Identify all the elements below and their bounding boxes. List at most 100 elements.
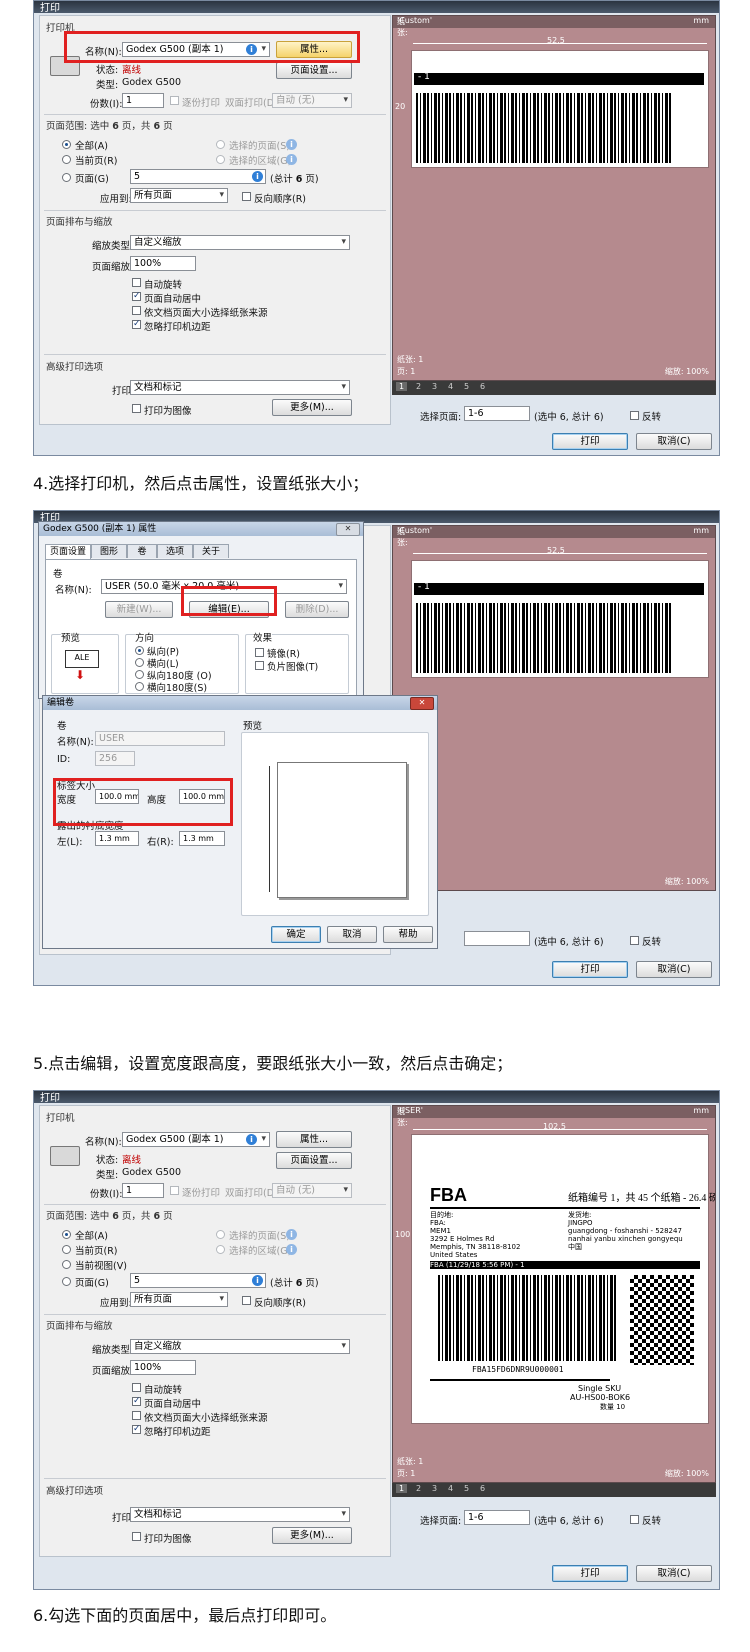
print-button[interactable]: 打印 xyxy=(552,433,628,450)
info-icon[interactable]: i xyxy=(286,139,297,150)
radio-portrait-180[interactable] xyxy=(135,670,144,679)
more-button[interactable]: 更多(M)... xyxy=(272,1527,352,1544)
pages-input[interactable]: 5 xyxy=(130,169,266,184)
radio-portrait[interactable] xyxy=(135,646,144,655)
info-icon[interactable]: i xyxy=(252,171,263,182)
printer-icon xyxy=(50,1146,80,1166)
backing-left-input[interactable]: 1.3 mm xyxy=(95,831,139,846)
page-btn-2[interactable]: 2 xyxy=(416,1484,421,1493)
tab-roll[interactable]: 卷 xyxy=(127,544,157,558)
new-roll-button[interactable]: 新建(W)... xyxy=(105,601,173,618)
page-btn-6[interactable]: 6 xyxy=(480,382,485,391)
auto-rotate-checkbox[interactable] xyxy=(132,1383,141,1392)
page-btn-5[interactable]: 5 xyxy=(464,1484,469,1493)
page-navigator[interactable]: 12 3 4 5 6 xyxy=(392,1483,716,1497)
flip-checkbox[interactable] xyxy=(630,1515,639,1524)
print-what-select[interactable]: 文档和标记 xyxy=(130,380,350,395)
tab-page-setup[interactable]: 页面设置 xyxy=(45,544,91,559)
auto-rotate-checkbox[interactable] xyxy=(132,278,141,287)
duplex-select[interactable]: 自动 (无) xyxy=(272,1183,352,1198)
tab-about[interactable]: 关于 xyxy=(193,544,229,558)
page-btn-1[interactable]: 1 xyxy=(396,1484,408,1493)
page-btn-2[interactable]: 2 xyxy=(416,382,421,391)
radio-current-page[interactable] xyxy=(62,1245,71,1254)
page-scale-input[interactable]: 100% xyxy=(130,256,196,271)
flip-checkbox[interactable] xyxy=(630,411,639,420)
delete-roll-button[interactable]: 删除(D)... xyxy=(285,601,349,618)
info-icon[interactable]: i xyxy=(246,1134,257,1145)
auto-center-checkbox[interactable]: ✓ xyxy=(132,292,141,301)
reverse-checkbox[interactable] xyxy=(242,192,251,201)
auto-center-checkbox[interactable]: ✓ xyxy=(132,1397,141,1406)
edit-id-input[interactable]: 256 xyxy=(95,751,135,766)
choose-pages-input[interactable]: 1-6 xyxy=(464,1510,530,1525)
cancel-button[interactable]: 取消(C) xyxy=(636,1565,712,1582)
negative-checkbox[interactable] xyxy=(255,661,264,670)
radio-all[interactable] xyxy=(62,140,71,149)
page-navigator[interactable]: 12 3 4 5 6 xyxy=(392,381,716,395)
print-button[interactable]: 打印 xyxy=(552,1565,628,1582)
duplex-select[interactable]: 自动 (无) xyxy=(272,93,352,108)
tab-graphics[interactable]: 图形 xyxy=(91,544,127,558)
radio-current-page[interactable] xyxy=(62,155,71,164)
apply-select[interactable]: 所有页面 xyxy=(130,188,228,203)
copies-input[interactable]: 1 xyxy=(122,1183,164,1198)
choose-pages-input[interactable] xyxy=(464,931,530,946)
help-button[interactable]: 帮助 xyxy=(383,926,433,943)
choose-pages-input[interactable]: 1-6 xyxy=(464,406,530,421)
pdf-size-checkbox[interactable] xyxy=(132,1411,141,1420)
page-setup-button[interactable]: 页面设置... xyxy=(276,1152,352,1169)
close-icon[interactable]: ✕ xyxy=(336,523,360,536)
print-button[interactable]: 打印 xyxy=(552,961,628,978)
info-icon[interactable]: i xyxy=(286,154,297,165)
page-btn-5[interactable]: 5 xyxy=(464,382,469,391)
print-as-image-checkbox[interactable] xyxy=(132,1532,141,1541)
tab-options[interactable]: 选项 xyxy=(157,544,193,558)
radio-all[interactable] xyxy=(62,1230,71,1239)
close-icon[interactable]: ✕ xyxy=(410,697,434,710)
page-btn-4[interactable]: 4 xyxy=(448,382,453,391)
properties-button[interactable]: 属性... xyxy=(276,1131,352,1148)
radio-current-view[interactable] xyxy=(62,1260,71,1269)
collate-checkbox[interactable] xyxy=(170,1186,179,1195)
radio-selected-pages[interactable] xyxy=(216,1230,225,1239)
scale-type-select[interactable]: 自定义缩放 xyxy=(130,1339,350,1354)
radio-pages[interactable] xyxy=(62,1277,71,1286)
cancel-button[interactable]: 取消(C) xyxy=(636,961,712,978)
info-icon[interactable]: i xyxy=(252,1275,263,1286)
page-btn-4[interactable]: 4 xyxy=(448,1484,453,1493)
flip-checkbox[interactable] xyxy=(630,936,639,945)
cancel-button[interactable]: 取消 xyxy=(327,926,377,943)
pages-input[interactable]: 5 xyxy=(130,1273,266,1288)
page-btn-1[interactable]: 1 xyxy=(396,382,408,391)
backing-right-input[interactable]: 1.3 mm xyxy=(179,831,225,846)
radio-selected-pages[interactable] xyxy=(216,140,225,149)
page-setup-button[interactable]: 页面设置... xyxy=(276,62,352,79)
page-btn-3[interactable]: 3 xyxy=(432,382,437,391)
page-btn-6[interactable]: 6 xyxy=(480,1484,485,1493)
ok-button[interactable]: 确定 xyxy=(271,926,321,943)
radio-selected-area[interactable] xyxy=(216,1245,225,1254)
page-btn-3[interactable]: 3 xyxy=(432,1484,437,1493)
apply-select[interactable]: 所有页面 xyxy=(130,1292,228,1307)
radio-selected-area[interactable] xyxy=(216,155,225,164)
edit-name-input[interactable]: USER xyxy=(95,731,225,746)
scale-type-select[interactable]: 自定义缩放 xyxy=(130,235,350,250)
reverse-checkbox[interactable] xyxy=(242,1296,251,1305)
collate-checkbox[interactable] xyxy=(170,96,179,105)
ignore-margin-checkbox[interactable]: ✓ xyxy=(132,320,141,329)
cancel-button[interactable]: 取消(C) xyxy=(636,433,712,450)
page-scale-input[interactable]: 100% xyxy=(130,1360,196,1375)
copies-input[interactable]: 1 xyxy=(122,93,164,108)
pdf-size-checkbox[interactable] xyxy=(132,306,141,315)
radio-landscape[interactable] xyxy=(135,658,144,667)
print-as-image-checkbox[interactable] xyxy=(132,404,141,413)
mirror-checkbox[interactable] xyxy=(255,648,264,657)
ignore-margin-checkbox[interactable]: ✓ xyxy=(132,1425,141,1434)
info-icon[interactable]: i xyxy=(286,1229,297,1240)
info-icon[interactable]: i xyxy=(286,1244,297,1255)
more-button[interactable]: 更多(M)... xyxy=(272,399,352,416)
radio-pages[interactable] xyxy=(62,173,71,182)
radio-landscape-180[interactable] xyxy=(135,682,144,691)
print-what-select[interactable]: 文档和标记 xyxy=(130,1507,350,1522)
